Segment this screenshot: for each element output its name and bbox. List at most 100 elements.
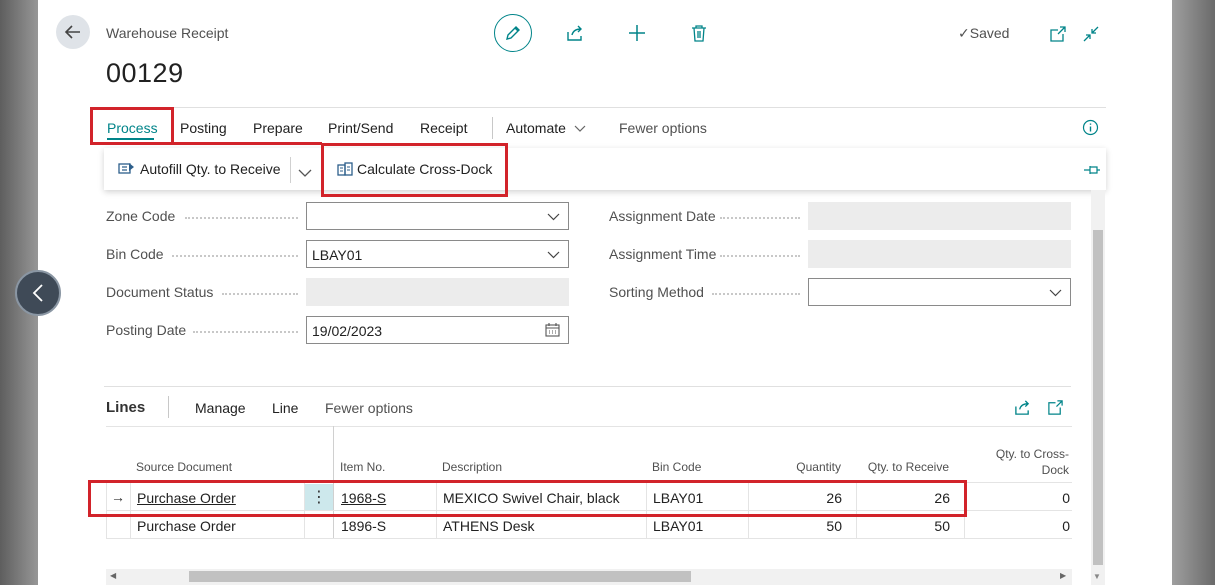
- autofill-qty-button[interactable]: Autofill Qty. to Receive: [118, 161, 281, 177]
- col-item-no[interactable]: Item No.: [340, 460, 385, 474]
- col-description[interactable]: Description: [442, 460, 502, 474]
- menu-separator: [492, 117, 493, 139]
- background-right: [1171, 0, 1215, 585]
- autofill-dropdown-button[interactable]: [298, 165, 312, 183]
- previous-record-button[interactable]: [15, 270, 61, 316]
- col-source-document[interactable]: Source Document: [136, 460, 232, 474]
- check-icon: ✓: [958, 25, 970, 41]
- chevron-down-icon: [1049, 289, 1062, 297]
- lines-share-button[interactable]: [1010, 395, 1034, 419]
- chevron-down-icon: [298, 169, 312, 177]
- expand-icon: [1047, 399, 1063, 415]
- scroll-down-arrow-icon[interactable]: ▼: [1093, 572, 1101, 581]
- sorting-method-label: Sorting Method: [609, 284, 704, 300]
- menu-receipt[interactable]: Receipt: [420, 120, 467, 136]
- chevron-left-icon: [32, 284, 43, 302]
- sorting-method-field[interactable]: [808, 278, 1071, 306]
- zone-code-field[interactable]: [306, 202, 569, 230]
- lines-divider: [104, 386, 1071, 387]
- lines-expand-button[interactable]: [1043, 395, 1067, 419]
- lines-title: Lines: [106, 399, 146, 416]
- autofill-icon: [118, 163, 134, 174]
- col-qty-to-cross-dock-line2: Dock: [1041, 463, 1069, 477]
- autofill-label: Autofill Qty. to Receive: [140, 161, 281, 177]
- pencil-icon: [506, 26, 520, 40]
- open-new-window-button[interactable]: [1046, 22, 1070, 46]
- menu-posting[interactable]: Posting: [180, 120, 227, 136]
- collapse-icon: [1083, 26, 1099, 42]
- source-document-cell[interactable]: Purchase Order: [137, 518, 236, 534]
- share-icon: [1014, 399, 1029, 415]
- open-in-new-icon: [1050, 26, 1066, 42]
- col-qty-to-cross-dock[interactable]: Qty. to Cross- Dock: [966, 446, 1069, 478]
- assignment-date-field: [808, 202, 1071, 230]
- chevron-down-icon: [574, 125, 586, 132]
- scroll-left-arrow-icon[interactable]: ◀: [110, 571, 116, 580]
- menu-prepare[interactable]: Prepare: [253, 120, 303, 136]
- bin-code-value: LBAY01: [312, 247, 363, 263]
- split-button-divider: [290, 157, 291, 183]
- leader-dots: [222, 293, 298, 295]
- edit-button[interactable]: [494, 14, 532, 52]
- qty-to-cross-dock-cell[interactable]: 0: [966, 518, 1070, 534]
- col-qty-to-cross-dock-line1: Qty. to Cross-: [995, 447, 1069, 461]
- menu-automate[interactable]: Automate: [506, 120, 586, 136]
- leader-dots: [172, 255, 298, 257]
- lines-fewer-options[interactable]: Fewer options: [325, 400, 413, 416]
- lines-separator: [168, 396, 169, 418]
- leader-dots: [720, 255, 800, 257]
- info-button[interactable]: [1078, 115, 1102, 139]
- bin-code-label: Bin Code: [106, 246, 164, 262]
- menu-print-send[interactable]: Print/Send: [328, 120, 393, 136]
- leader-dots: [712, 293, 800, 295]
- document-status-label: Document Status: [106, 284, 214, 300]
- back-button[interactable]: [56, 15, 90, 49]
- plus-icon: [629, 25, 645, 41]
- bin-code-field[interactable]: LBAY01: [306, 240, 569, 268]
- pin-icon: [1084, 166, 1100, 174]
- breadcrumb: Warehouse Receipt: [106, 25, 229, 41]
- vertical-scrollbar-thumb[interactable]: [1093, 230, 1103, 565]
- collapse-button[interactable]: [1079, 22, 1103, 46]
- saved-status: ✓Saved: [958, 25, 1009, 42]
- leader-dots: [193, 331, 298, 333]
- calendar-icon[interactable]: [545, 323, 560, 337]
- highlight-connector: [172, 142, 322, 146]
- menu-fewer-options[interactable]: Fewer options: [619, 120, 707, 136]
- pin-button[interactable]: [1080, 158, 1104, 182]
- posting-date-field[interactable]: 19/02/2023: [306, 316, 569, 344]
- delete-button[interactable]: [687, 21, 711, 45]
- scroll-right-arrow-icon[interactable]: ▶: [1060, 571, 1066, 580]
- qty-to-receive-cell[interactable]: 50: [858, 518, 950, 534]
- quantity-cell[interactable]: 50: [750, 518, 842, 534]
- col-bin-code[interactable]: Bin Code: [652, 460, 701, 474]
- highlight-calculate-cross-dock: [321, 143, 508, 197]
- highlight-first-line: [88, 480, 967, 517]
- highlight-process-tab: [90, 107, 174, 145]
- share-icon: [567, 25, 582, 41]
- description-cell[interactable]: ATHENS Desk: [443, 518, 535, 534]
- lines-manage[interactable]: Manage: [195, 400, 246, 416]
- col-qty-to-receive[interactable]: Qty. to Receive: [858, 460, 949, 474]
- assignment-date-label: Assignment Date: [609, 208, 716, 224]
- new-button[interactable]: [625, 21, 649, 45]
- leader-dots: [185, 217, 298, 219]
- leader-dots: [720, 217, 800, 219]
- document-status-field: [306, 278, 569, 306]
- chevron-down-icon: [547, 213, 560, 221]
- lines-line[interactable]: Line: [272, 400, 298, 416]
- posting-date-label: Posting Date: [106, 322, 187, 338]
- automate-label: Automate: [506, 120, 566, 136]
- share-button[interactable]: [563, 21, 587, 45]
- chevron-down-icon: [547, 251, 560, 259]
- bin-code-cell[interactable]: LBAY01: [653, 518, 703, 534]
- assignment-time-label: Assignment Time: [609, 246, 717, 262]
- table-top-border: [106, 426, 1072, 427]
- zone-code-label: Zone Code: [106, 208, 176, 224]
- assignment-time-field: [808, 240, 1071, 268]
- col-quantity[interactable]: Quantity: [750, 460, 841, 474]
- horizontal-scrollbar-thumb[interactable]: [189, 571, 691, 582]
- qty-to-cross-dock-cell[interactable]: 0: [966, 490, 1070, 506]
- item-no-cell[interactable]: 1896-S: [341, 518, 386, 534]
- row-border: [106, 538, 1072, 539]
